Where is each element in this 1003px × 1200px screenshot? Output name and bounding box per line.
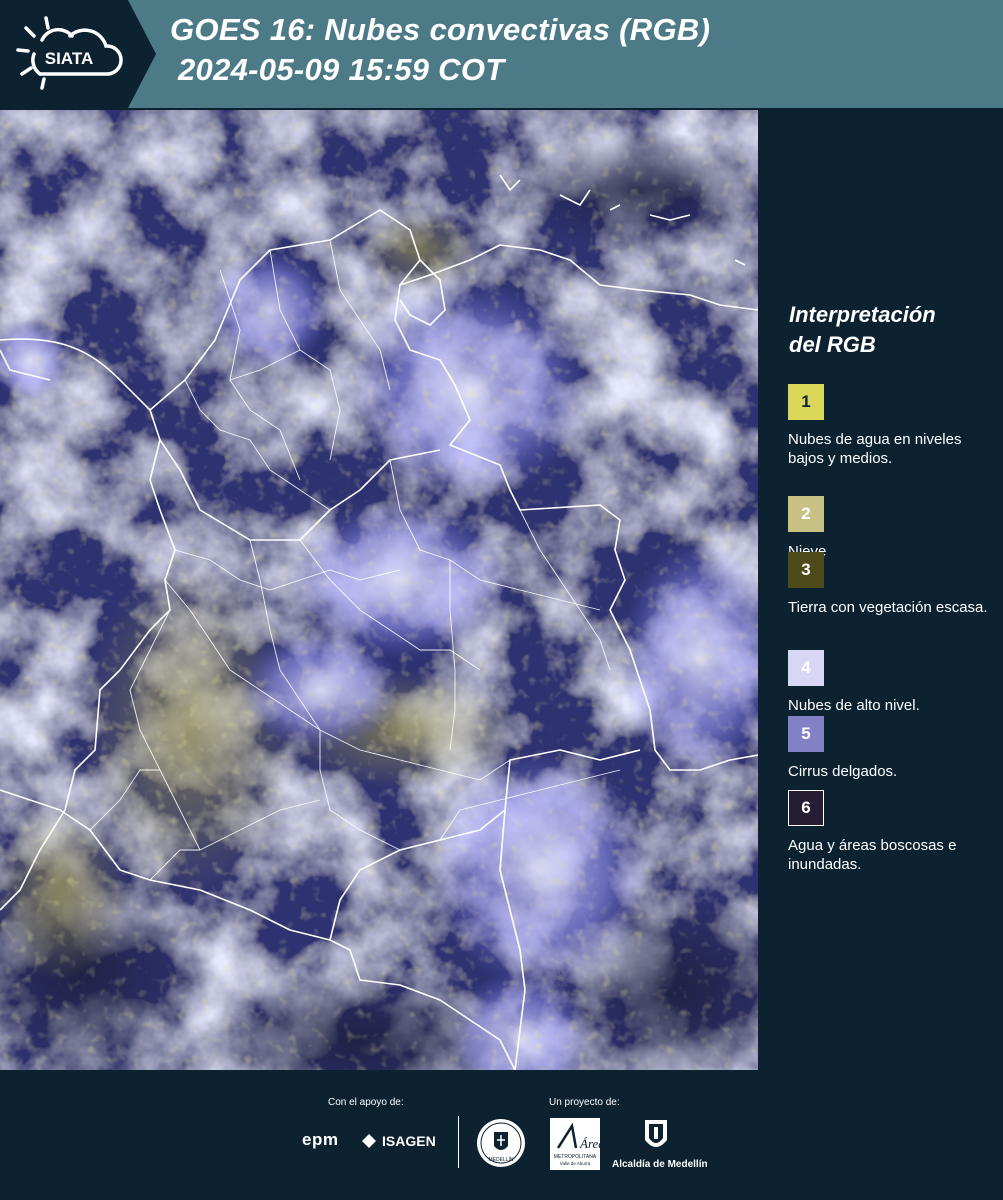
siata-logo-text: SIATA xyxy=(45,49,93,68)
medellin-seal-text: MEDELLÍN xyxy=(488,1156,513,1163)
legend-title-line2: del RGB xyxy=(789,332,876,357)
legend-title: Interpretación del RGB xyxy=(789,300,996,360)
legend-item-6: 6 Agua y áreas boscosas e inundadas. xyxy=(788,790,993,873)
area-logo-sub2: Valle de Aburrá xyxy=(560,1161,591,1166)
isagen-logo[interactable]: ISAGEN xyxy=(360,1132,436,1150)
area-logo-sub1: METROPOLITANA xyxy=(554,1154,597,1160)
footer-divider xyxy=(458,1116,459,1168)
page-title: GOES 16: Nubes convectivas (RGB) xyxy=(170,12,711,47)
legend-swatch-3: 3 xyxy=(788,552,824,588)
epm-logo[interactable]: epm xyxy=(302,1130,338,1150)
satellite-map[interactable] xyxy=(0,110,758,1070)
project-caption: Un proyecto de: xyxy=(549,1097,620,1108)
legend-swatch-1: 1 xyxy=(788,384,824,420)
legend-swatch-6: 6 xyxy=(788,790,824,826)
support-caption: Con el apoyo de: xyxy=(328,1097,404,1108)
alcaldia-shield-icon xyxy=(645,1120,667,1147)
legend-item-3: 3 Tierra con vegetación escasa. xyxy=(788,552,993,632)
isagen-icon xyxy=(362,1134,376,1148)
legend-swatch-5: 5 xyxy=(788,716,824,752)
legend-swatch-4: 4 xyxy=(788,650,824,686)
page-timestamp: 2024-05-09 15:59 COT xyxy=(178,52,505,87)
legend-swatch-2: 2 xyxy=(788,496,824,532)
legend-label-3: Tierra con vegetación escasa. xyxy=(788,599,988,616)
medellin-seal-logo[interactable]: MEDELLÍN xyxy=(476,1118,526,1168)
rgb-legend: Interpretación del RGB 1 Nubes de agua en… xyxy=(776,300,996,873)
area-logo-text: Área xyxy=(579,1136,600,1151)
legend-label-6: Agua y áreas boscosas e inundadas. xyxy=(788,837,957,873)
alcaldia-logo[interactable]: Alcaldía de Medellín xyxy=(612,1159,708,1170)
satellite-imagery xyxy=(0,110,758,1070)
header-chevron xyxy=(128,0,156,108)
header-bar: SIATA GOES 16: Nubes convectivas (RGB) 2… xyxy=(0,0,1003,108)
legend-title-line1: Interpretación xyxy=(789,302,936,327)
footer: Con el apoyo de: Un proyecto de: epm ISA… xyxy=(0,1072,1003,1200)
legend-item-5: 5 Cirrus delgados. xyxy=(788,716,993,796)
legend-label-4: Nubes de alto nivel. xyxy=(788,697,920,714)
area-metropolitana-logo[interactable]: Área METROPOLITANA Valle de Aburrá xyxy=(550,1118,600,1170)
siata-logo[interactable]: SIATA xyxy=(12,12,124,96)
legend-label-5: Cirrus delgados. xyxy=(788,763,898,780)
legend-label-1: Nubes de agua en niveles bajos y medios. xyxy=(788,431,962,467)
legend-item-1: 1 Nubes de agua en niveles bajos y medios… xyxy=(788,384,993,467)
logo-box: SIATA xyxy=(0,0,128,108)
isagen-text: ISAGEN xyxy=(382,1133,436,1149)
